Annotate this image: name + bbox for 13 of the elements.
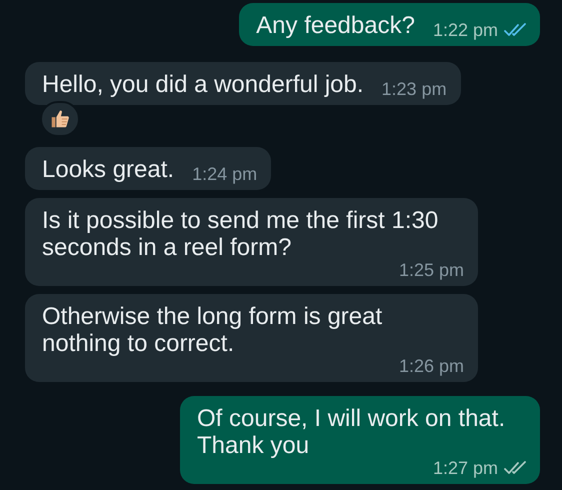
message-text: Any feedback? xyxy=(256,12,415,39)
message-text: Hello, you did a wonderful job. xyxy=(42,71,364,98)
message-text: Looks great. xyxy=(42,156,174,183)
message-time: 1:22 pm xyxy=(432,21,498,39)
message-time: 1:25 pm xyxy=(398,261,464,279)
message-time: 1:23 pm xyxy=(382,80,447,98)
message-text: Otherwise the long form is great nothing to correct. xyxy=(42,303,384,357)
message-text: Is it possible to send me the first 1:30 seconds in a reel form? xyxy=(42,207,440,261)
message-time: 1:26 pm xyxy=(398,357,464,375)
message-text: Of course, I will work on that. Thank you xyxy=(197,405,506,459)
message-time: 1:27 pm xyxy=(432,459,498,477)
message-time: 1:24 pm xyxy=(192,165,258,183)
thumbs-up-icon xyxy=(49,108,71,130)
